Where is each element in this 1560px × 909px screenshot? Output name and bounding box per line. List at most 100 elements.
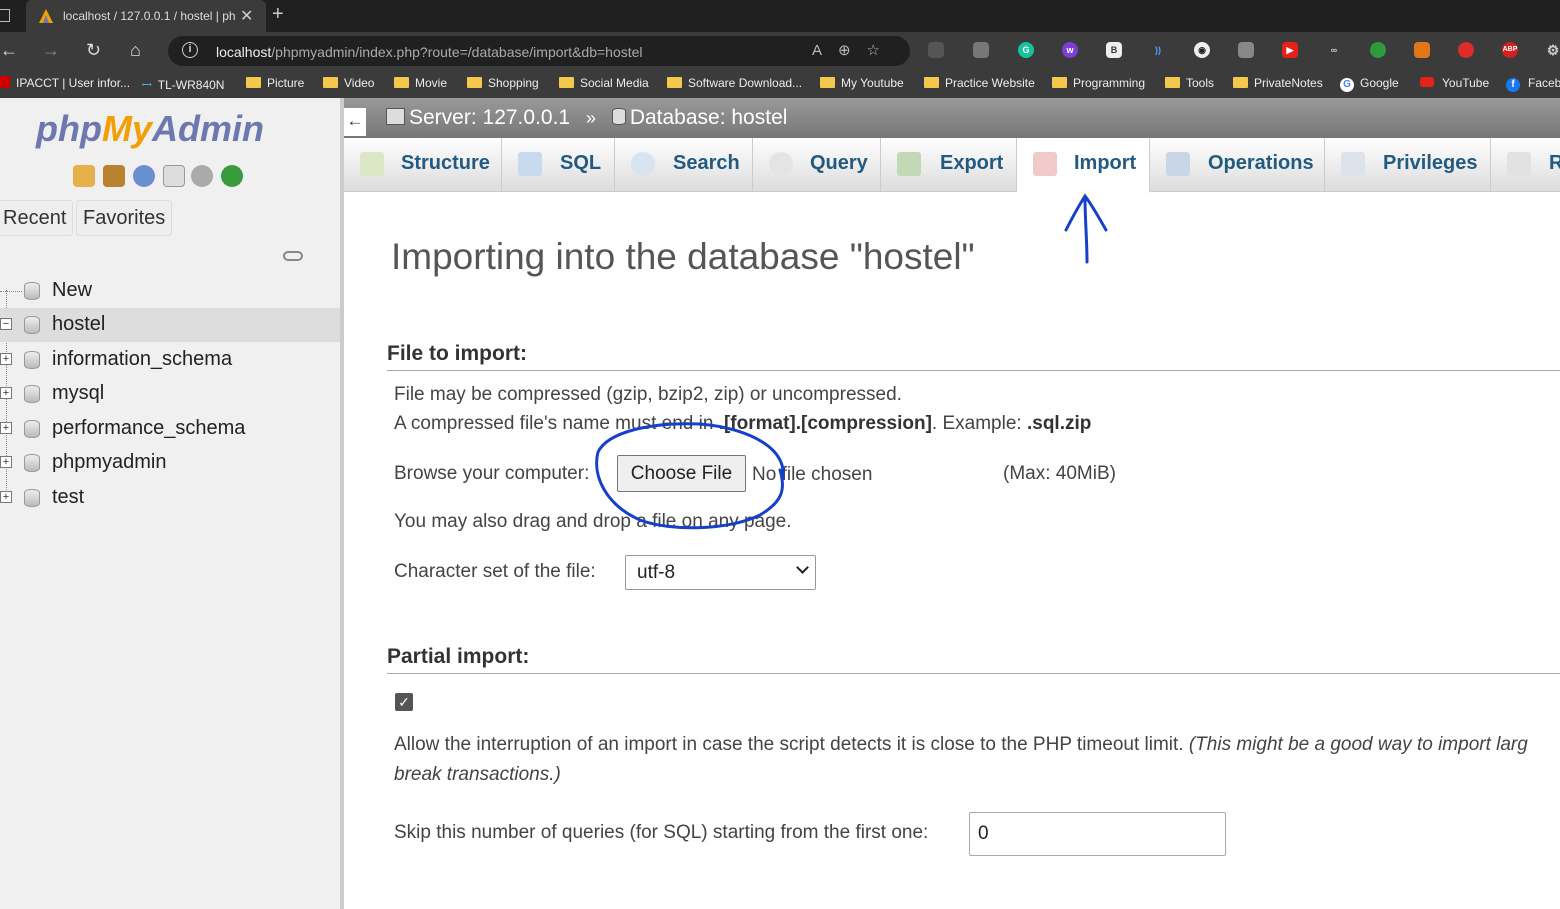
tree-item-label[interactable]: New — [52, 279, 92, 302]
tab-routines[interactable]: R — [1491, 138, 1560, 192]
documentation-icon[interactable] — [163, 165, 185, 187]
home-icon[interactable]: ⌂ — [130, 41, 141, 59]
google-icon: G — [1340, 78, 1354, 92]
bookmark-folder[interactable]: Tools — [1165, 76, 1214, 90]
collapse-panel-icon[interactable]: ← — [344, 108, 366, 136]
read-aloud-icon[interactable]: A — [812, 42, 838, 59]
bookmark-folder[interactable]: Picture — [246, 76, 304, 90]
bookmark-item[interactable]: G Google — [1340, 76, 1399, 92]
bookmark-folder[interactable]: Practice Website — [924, 76, 1035, 90]
favorite-icon[interactable]: ☆ — [867, 42, 896, 59]
extension-icon[interactable]: B — [1106, 42, 1122, 58]
tree-item-information-schema[interactable]: + information_schema — [0, 343, 340, 377]
bookmark-folder[interactable]: Shopping — [467, 76, 539, 90]
charset-value: utf-8 — [637, 562, 676, 583]
bookmark-folder[interactable]: Video — [323, 76, 374, 90]
bookmark-folder[interactable]: Programming — [1052, 76, 1145, 90]
tab-import[interactable]: Import — [1017, 138, 1150, 193]
phpmyadmin-logo[interactable]: phpMyAdmin — [36, 108, 264, 150]
expand-icon[interactable]: + — [0, 353, 12, 365]
folder-icon — [820, 77, 835, 88]
panel-resizer[interactable] — [340, 98, 344, 909]
tree-item-label[interactable]: performance_schema — [52, 417, 245, 440]
bookmark-folder[interactable]: Software Download... — [667, 76, 802, 90]
grammarly-icon[interactable]: G — [1018, 42, 1034, 58]
tree-item-hostel[interactable]: − hostel — [0, 308, 340, 342]
browser-tab[interactable]: localhost / 127.0.0.1 / hostel | ph ✕ — [26, 0, 266, 32]
collapse-icon[interactable]: − — [0, 318, 12, 330]
extension-icon[interactable] — [928, 42, 944, 58]
no-file-chosen-text: No file chosen — [752, 464, 873, 485]
allow-interrupt-label[interactable]: Allow the interruption of an import in c… — [394, 730, 1560, 790]
bookmark-folder[interactable]: Social Media — [559, 76, 649, 90]
tree-item-new[interactable]: New — [0, 274, 340, 308]
tab-operations[interactable]: Operations — [1150, 138, 1325, 192]
breadcrumb-server[interactable]: Server: 127.0.0.1 — [409, 106, 570, 129]
address-bar[interactable]: i localhost/phpmyadmin/index.php?route=/… — [168, 36, 910, 66]
tab-sql[interactable]: SQL — [502, 138, 615, 192]
tree-item-label[interactable]: phpmyadmin — [52, 451, 167, 474]
tree-item-phpmyadmin[interactable]: + phpmyadmin — [0, 446, 340, 480]
tab-export[interactable]: Export — [881, 138, 1017, 192]
extension-icon[interactable]: )) — [1150, 42, 1166, 58]
reload-icon[interactable]: ↻ — [86, 41, 101, 59]
site-info-icon[interactable]: i — [182, 42, 198, 58]
tree-item-test[interactable]: + test — [0, 481, 340, 515]
charset-select[interactable]: utf-8 — [625, 555, 816, 590]
tree-item-label[interactable]: mysql — [52, 382, 104, 405]
settings-gear-icon[interactable] — [191, 165, 213, 187]
extension-icon[interactable] — [1238, 42, 1254, 58]
breadcrumb-bar: ← Server: 127.0.0.1 » Database: hostel — [344, 98, 1560, 138]
bookmark-folder[interactable]: Movie — [394, 76, 447, 90]
tab-structure[interactable]: Structure — [344, 138, 502, 192]
recent-tab[interactable]: Recent — [0, 200, 74, 236]
bookmark-item[interactable]: IPACCT | User infor... — [0, 76, 130, 90]
allow-interrupt-checkbox[interactable]: ✓ — [395, 693, 413, 711]
tab-actions-icon[interactable] — [0, 9, 10, 22]
extension-icon[interactable] — [1370, 42, 1386, 58]
extension-icon[interactable]: ∞ — [1326, 42, 1342, 58]
bookmark-item[interactable]: ꟷ TL-WR840N — [142, 76, 224, 93]
expand-icon[interactable]: + — [0, 456, 12, 468]
adblock-plus-icon[interactable]: ABP — [1502, 42, 1518, 58]
link-with-main-panel-icon[interactable] — [283, 251, 303, 261]
reload-navigation-icon[interactable] — [221, 165, 243, 187]
extension-icon[interactable]: w — [1062, 42, 1078, 58]
expand-icon[interactable]: + — [0, 491, 12, 503]
favorites-tab[interactable]: Favorites — [76, 200, 173, 236]
skip-queries-input[interactable]: 0 — [969, 812, 1226, 856]
expand-icon[interactable]: + — [0, 422, 12, 434]
back-icon[interactable]: ← — [0, 41, 18, 59]
tab-search[interactable]: Search — [615, 138, 753, 192]
choose-file-button[interactable]: Choose File — [617, 455, 746, 492]
expand-icon[interactable]: + — [0, 387, 12, 399]
folder-icon — [924, 77, 939, 88]
new-tab-icon[interactable]: + — [272, 3, 284, 26]
github-icon[interactable]: ◉ — [1194, 42, 1210, 58]
forward-icon[interactable]: → — [42, 41, 60, 59]
tree-item-mysql[interactable]: + mysql — [0, 377, 340, 411]
help-icon[interactable] — [133, 165, 155, 187]
home-icon[interactable] — [73, 165, 95, 187]
logout-icon[interactable] — [103, 165, 125, 187]
tree-item-label[interactable]: hostel — [52, 313, 105, 336]
bookmark-item[interactable]: f Faceb — [1506, 76, 1560, 92]
breadcrumb-database[interactable]: Database: hostel — [630, 106, 788, 129]
extensions-puzzle-icon[interactable]: ⚙ — [1545, 42, 1560, 58]
tab-query[interactable]: Query — [753, 138, 881, 192]
close-tab-icon[interactable]: ✕ — [240, 6, 253, 26]
bookmark-folder[interactable]: PrivateNotes — [1233, 76, 1323, 90]
tree-item-label[interactable]: test — [52, 486, 84, 509]
page-title: Importing into the database "hostel" — [391, 236, 975, 277]
tab-privileges[interactable]: Privileges — [1325, 138, 1491, 192]
extension-icon[interactable] — [1458, 42, 1474, 58]
bookmark-folder[interactable]: My Youtube — [820, 76, 904, 90]
metamask-icon[interactable] — [1414, 42, 1430, 58]
youtube-extension-icon[interactable]: ▶ — [1282, 42, 1298, 58]
zoom-icon[interactable]: ⊕ — [838, 42, 867, 59]
bookmark-item[interactable]: YouTube — [1420, 76, 1489, 90]
database-icon — [24, 385, 40, 403]
extension-icon[interactable] — [973, 42, 989, 58]
tree-item-performance-schema[interactable]: + performance_schema — [0, 412, 340, 446]
tree-item-label[interactable]: information_schema — [52, 348, 232, 371]
